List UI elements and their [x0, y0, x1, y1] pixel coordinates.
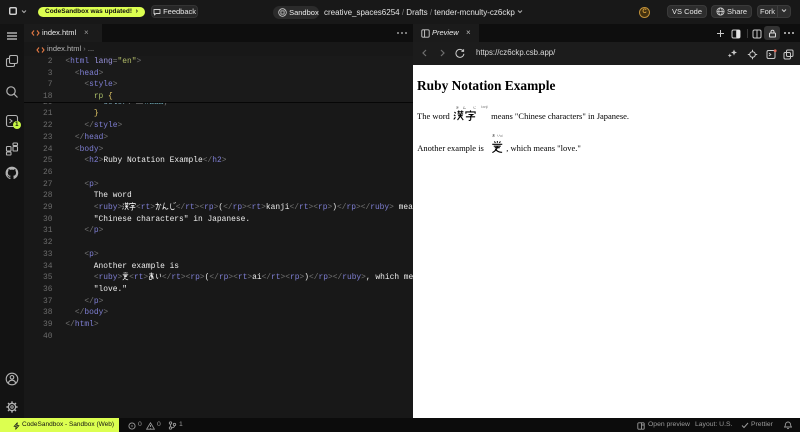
svg-text:ai: ai [500, 134, 503, 138]
svg-text:kanji: kanji [481, 105, 488, 109]
